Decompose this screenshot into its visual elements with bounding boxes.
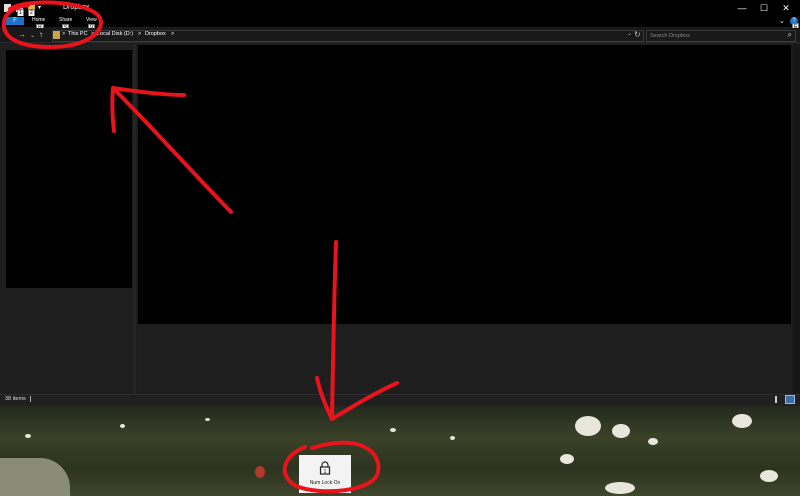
search-input[interactable]: [650, 31, 780, 41]
desktop-wallpaper: [0, 406, 800, 496]
toast-text: Num Lock On: [309, 480, 341, 486]
window-title: Dropbox: [63, 4, 90, 11]
wallpaper-red-flower: [255, 466, 265, 478]
breadcrumb-separator[interactable]: >: [91, 31, 94, 37]
title-bar[interactable]: [0, 0, 800, 16]
num-lock-toast: 1 Num Lock On: [299, 455, 351, 493]
close-button[interactable]: ✕: [779, 3, 793, 13]
navigation-tree[interactable]: [6, 50, 132, 288]
wallpaper-flower: [560, 454, 574, 464]
wallpaper-flower: [120, 424, 125, 428]
minimize-button[interactable]: —: [735, 3, 749, 13]
large-icons-view-icon[interactable]: [785, 395, 795, 404]
tab-share[interactable]: Share: [59, 17, 72, 23]
wallpaper-flower: [732, 414, 752, 428]
wallpaper-flower: [612, 424, 630, 438]
up-arrow-icon[interactable]: ↑: [39, 30, 43, 39]
recent-locations-chevron-icon[interactable]: ⌄: [30, 32, 35, 39]
customize-qat-chevron-icon[interactable]: ▾: [38, 4, 41, 11]
back-arrow-icon[interactable]: ←: [5, 30, 13, 39]
wallpaper-flower: [605, 482, 635, 494]
pane-splitter[interactable]: [133, 44, 136, 394]
breadcrumb-separator[interactable]: >: [138, 31, 141, 37]
status-divider: [30, 396, 31, 402]
wallpaper-flower: [390, 428, 396, 432]
vertical-scrollbar[interactable]: [793, 44, 800, 394]
wallpaper-flower: [760, 470, 778, 482]
search-icon[interactable]: ⌕: [788, 30, 792, 40]
breadcrumb-separator[interactable]: >: [171, 31, 174, 37]
wallpaper-flower: [25, 434, 31, 438]
lock-icon: 1: [319, 461, 331, 475]
ribbon: [0, 16, 800, 27]
refresh-icon[interactable]: ↻: [634, 30, 641, 39]
details-view-icon[interactable]: [775, 396, 777, 403]
breadcrumb-local-disk[interactable]: Local Disk (D:): [97, 31, 133, 37]
expand-ribbon-chevron-icon[interactable]: ⌄: [779, 17, 785, 25]
item-count: 38 items: [5, 396, 26, 402]
file-tab[interactable]: F: [6, 17, 24, 25]
maximize-button[interactable]: ☐: [757, 3, 771, 13]
wallpaper-flower: [648, 438, 658, 445]
breadcrumb-dropbox[interactable]: Dropbox: [145, 31, 166, 37]
wallpaper-flower: [205, 418, 210, 421]
forward-arrow-icon[interactable]: →: [18, 30, 26, 39]
tab-view[interactable]: View: [86, 17, 97, 23]
wallpaper-flower: [450, 436, 455, 440]
address-dropdown-chevron-icon[interactable]: ⌄: [627, 30, 632, 37]
breadcrumb-this-pc[interactable]: This PC: [68, 31, 88, 37]
search-box[interactable]: ⌕: [646, 30, 796, 42]
app-icon[interactable]: [4, 4, 11, 12]
wallpaper-flower: [575, 416, 601, 436]
breadcrumb-separator[interactable]: >: [62, 31, 65, 37]
tab-home[interactable]: Home: [32, 17, 45, 23]
wallpaper-path: [0, 458, 70, 496]
file-list[interactable]: [138, 45, 791, 324]
folder-icon: [53, 31, 60, 39]
svg-text:1: 1: [324, 469, 327, 475]
